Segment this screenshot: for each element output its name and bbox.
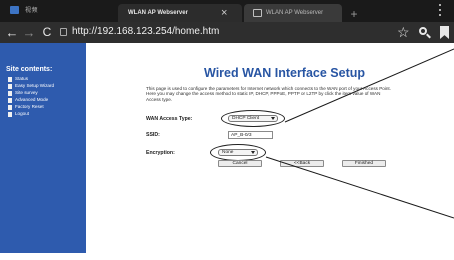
new-tab-button[interactable]: +: [343, 8, 365, 22]
sidebar-item-label: Site survey: [15, 90, 38, 95]
sidebar: Site contents: Status Easy Setup Wizard …: [0, 43, 86, 253]
forward-button[interactable]: →: [22, 24, 36, 41]
finished-button[interactable]: Finished: [342, 160, 386, 167]
sidebar-item-label: Factory Reset: [15, 104, 44, 109]
ssid-label: SSID:: [146, 132, 160, 138]
back-button[interactable]: ←: [5, 24, 19, 41]
overflow-menu-icon[interactable]: [437, 3, 442, 17]
sidebar-item-label: Advanced Mode: [15, 97, 49, 102]
sidebar-title: Site contents:: [6, 66, 53, 73]
close-tab-icon[interactable]: ×: [221, 7, 227, 19]
sidebar-item-label: Logout: [15, 111, 30, 116]
main-content: Wired WAN Interface Setup This page is u…: [86, 43, 454, 253]
tab-title: WLAN AP Webserver: [128, 10, 188, 16]
page-icon: [8, 84, 12, 89]
status-bar-text: 视频: [25, 8, 39, 14]
browser-toolbar: ← → C http://192.168.123.254/home.htm: [0, 22, 454, 43]
back-button[interactable]: <<Back: [280, 160, 324, 167]
web-page: Site contents: Status Easy Setup Wizard …: [0, 43, 454, 260]
page-info-icon[interactable]: [60, 28, 67, 36]
sidebar-item-label: Easy Setup Wizard: [15, 83, 55, 88]
ssid-input[interactable]: [228, 131, 273, 139]
app-icon: [10, 6, 19, 14]
sidebar-item-label: Status: [15, 76, 29, 81]
search-icon[interactable]: [418, 26, 431, 39]
reload-button[interactable]: C: [40, 24, 54, 41]
tab-active[interactable]: WLAN AP Webserver ×: [118, 4, 242, 24]
page-icon: [8, 112, 12, 117]
encryption-label: Encryption:: [146, 150, 175, 156]
page-favicon-icon: [253, 9, 262, 17]
tab-inactive[interactable]: WLAN AP Webserver: [244, 4, 342, 24]
highlight-circle: [210, 144, 266, 161]
bookmark-star-icon[interactable]: ☆: [397, 24, 411, 41]
page-icon: [8, 98, 12, 103]
wan-access-type-label: WAN Access Type:: [146, 116, 193, 122]
highlight-circle: [221, 110, 285, 127]
page-icon: [8, 77, 12, 82]
cancel-button[interactable]: Cancel: [218, 160, 262, 167]
page-icon: [8, 105, 12, 110]
page-description: This page is used to configure the param…: [146, 86, 391, 102]
page-title: Wired WAN Interface Setup: [204, 66, 366, 80]
tab-title: WLAN AP Webserver: [266, 10, 324, 16]
page-icon: [8, 91, 12, 96]
url-text: http://192.168.123.254/home.htm: [72, 26, 220, 37]
address-bar[interactable]: http://192.168.123.254/home.htm: [58, 25, 380, 40]
